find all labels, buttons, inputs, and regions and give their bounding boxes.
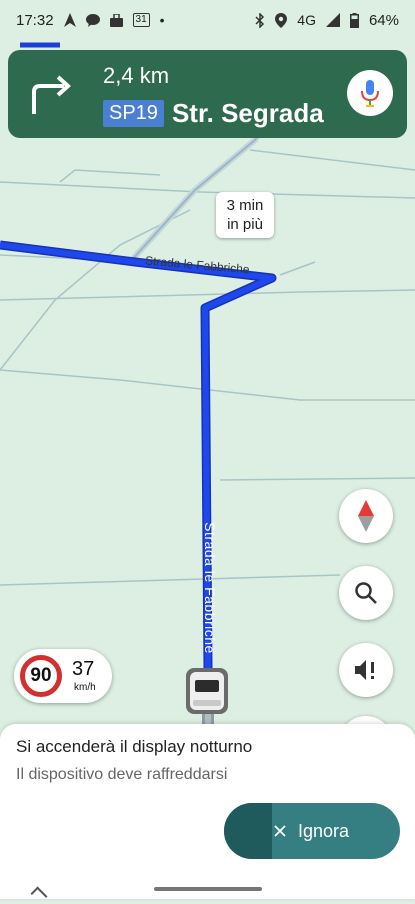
speed-indicator: 90 37 km/h [14, 649, 112, 703]
clock: 17:32 [16, 11, 54, 29]
night-mode-notice-sheet: Si accenderà il display notturno Il disp… [0, 724, 415, 904]
turn-distance: 2,4 km [103, 63, 170, 88]
network-type: 4G [297, 12, 316, 28]
speed-limit-sign: 90 [20, 655, 62, 697]
turn-instruction-card[interactable]: 2,4 km SP19 Str. Segrada [8, 50, 407, 138]
turn-right-icon [32, 75, 71, 114]
mic-icon [361, 80, 379, 107]
notice-subtitle: Il dispositivo deve raffreddarsi [16, 766, 228, 783]
compass-icon [358, 500, 374, 532]
sound-alert-button[interactable] [339, 643, 393, 697]
navigation-arrow-icon [63, 13, 76, 27]
status-bar-right: 4G 64% [255, 12, 399, 29]
notice-title: Si accenderà il display notturno [16, 737, 253, 756]
bag-icon [109, 13, 123, 27]
callout-time: 3 min [226, 197, 264, 214]
callout-extra: in più [227, 216, 263, 233]
alternate-route-callout[interactable]: 3 min in più [216, 192, 274, 238]
close-icon [274, 825, 286, 837]
location-icon [275, 12, 288, 28]
chat-icon [85, 13, 100, 27]
ignore-button[interactable]: Ignora [224, 803, 400, 859]
gesture-home-bar[interactable] [154, 887, 262, 891]
ignore-button-content: Ignora [224, 821, 349, 842]
next-road: SP19 Str. Segrada [103, 98, 324, 129]
bluetooth-icon [255, 12, 265, 28]
battery-icon [349, 12, 359, 28]
ignore-button-label: Ignora [298, 820, 350, 841]
more-notifications-icon: • [159, 12, 165, 28]
road-number-badge: SP19 [103, 100, 164, 127]
calendar-icon: 31 [132, 13, 150, 27]
battery-level: 64% [368, 11, 399, 29]
vehicle-marker [186, 668, 228, 714]
sound-alert-icon [355, 660, 374, 680]
compass-button[interactable] [339, 489, 393, 543]
status-bar-left: 17:32 31 • [16, 12, 165, 29]
search-button[interactable] [339, 566, 393, 620]
status-bar: 17:32 31 • 4G 64% [0, 0, 415, 40]
speed-unit: km/h [74, 682, 96, 693]
signal-icon [325, 13, 340, 27]
road-label-vertical: Strada le Fabbriche [202, 522, 218, 654]
voice-search-button[interactable] [347, 70, 393, 116]
road-name: Str. Segrada [171, 98, 324, 128]
bottom-nav-hint [30, 886, 48, 904]
current-speed: 37 [72, 658, 95, 680]
search-icon [355, 582, 377, 604]
